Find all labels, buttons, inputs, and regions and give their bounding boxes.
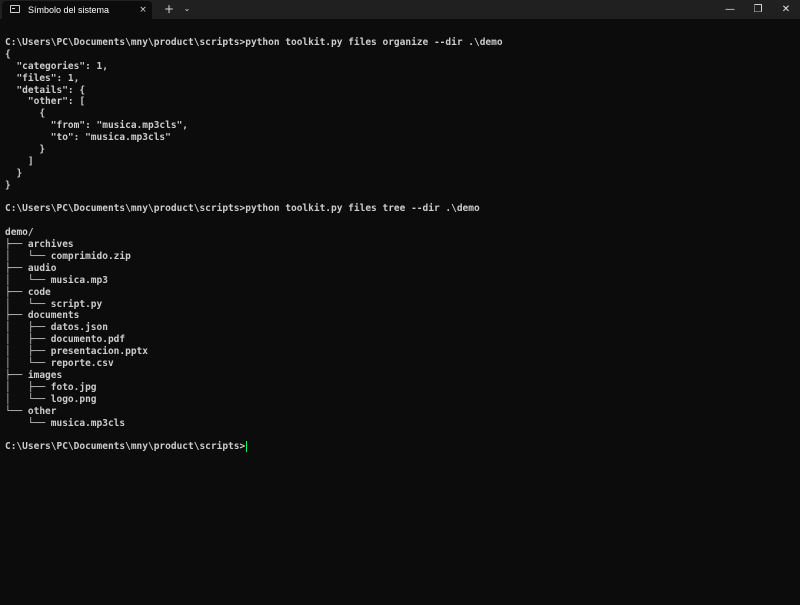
terminal-line: C:\Users\PC\Documents\mny\product\script…	[5, 203, 480, 215]
terminal-line: ]	[5, 155, 34, 167]
terminal-line: ├── documents	[5, 310, 80, 322]
terminal-line: "other": [	[5, 96, 86, 108]
terminal-line: │ ├── foto.jpg	[5, 381, 97, 393]
terminal-window: Símbolo del sistema × + ⌄ — ❐ ✕ C:\Users…	[0, 0, 800, 605]
terminal-line: ├── audio	[5, 262, 57, 274]
terminal-prompt-line[interactable]: C:\Users\PC\Documents\mny\product\script…	[5, 441, 795, 453]
terminal-line: "to": "musica.mp3cls"	[5, 132, 171, 144]
terminal-line: │ └── comprimido.zip	[5, 251, 131, 263]
terminal-line: "files": 1,	[5, 72, 80, 84]
terminal-output[interactable]: C:\Users\PC\Documents\mny\product\script…	[5, 37, 795, 597]
terminal-line: │ ├── presentacion.pptx	[5, 346, 148, 358]
terminal-line: └── other	[5, 405, 57, 417]
terminal-line: }	[5, 144, 46, 156]
terminal-icon	[10, 5, 20, 13]
terminal-line: │ ├── documento.pdf	[5, 334, 126, 346]
terminal-line: "categories": 1,	[5, 60, 108, 72]
terminal-line: C:\Users\PC\Documents\mny\product\script…	[5, 37, 503, 48]
terminal-line: }	[5, 179, 11, 191]
terminal-line: │ └── script.py	[5, 298, 103, 310]
maximize-icon[interactable]: ❐	[744, 0, 772, 19]
tab-title: Símbolo del sistema	[28, 5, 110, 15]
title-bar: Símbolo del sistema × + ⌄ — ❐ ✕	[0, 0, 800, 19]
terminal-line: "from": "musica.mp3cls",	[5, 120, 189, 132]
terminal-line: demo/	[5, 227, 34, 239]
prompt-text: C:\Users\PC\Documents\mny\product\script…	[5, 441, 246, 453]
text-cursor	[246, 441, 248, 453]
terminal-line: │ └── reporte.csv	[5, 358, 114, 370]
terminal-line: ├── code	[5, 286, 51, 298]
close-icon[interactable]: ✕	[772, 0, 800, 19]
terminal-line: │ ├── datos.json	[5, 322, 108, 334]
terminal-line: ├── archives	[5, 239, 74, 251]
terminal-line: }	[5, 167, 23, 179]
minimize-icon[interactable]: —	[716, 0, 744, 19]
terminal-line: │ └── logo.png	[5, 393, 97, 405]
terminal-line: ├── images	[5, 369, 63, 381]
tab-close-icon[interactable]: ×	[137, 4, 149, 16]
terminal-line: │ └── musica.mp3	[5, 274, 108, 286]
terminal-line: {	[5, 108, 46, 120]
chevron-down-icon[interactable]: ⌄	[180, 2, 194, 16]
new-tab-icon[interactable]: +	[162, 2, 176, 16]
terminal-line: "details": {	[5, 84, 86, 96]
terminal-line: {	[5, 48, 11, 60]
terminal-line: └── musica.mp3cls	[5, 417, 126, 429]
tab-command-prompt[interactable]: Símbolo del sistema ×	[2, 1, 152, 19]
